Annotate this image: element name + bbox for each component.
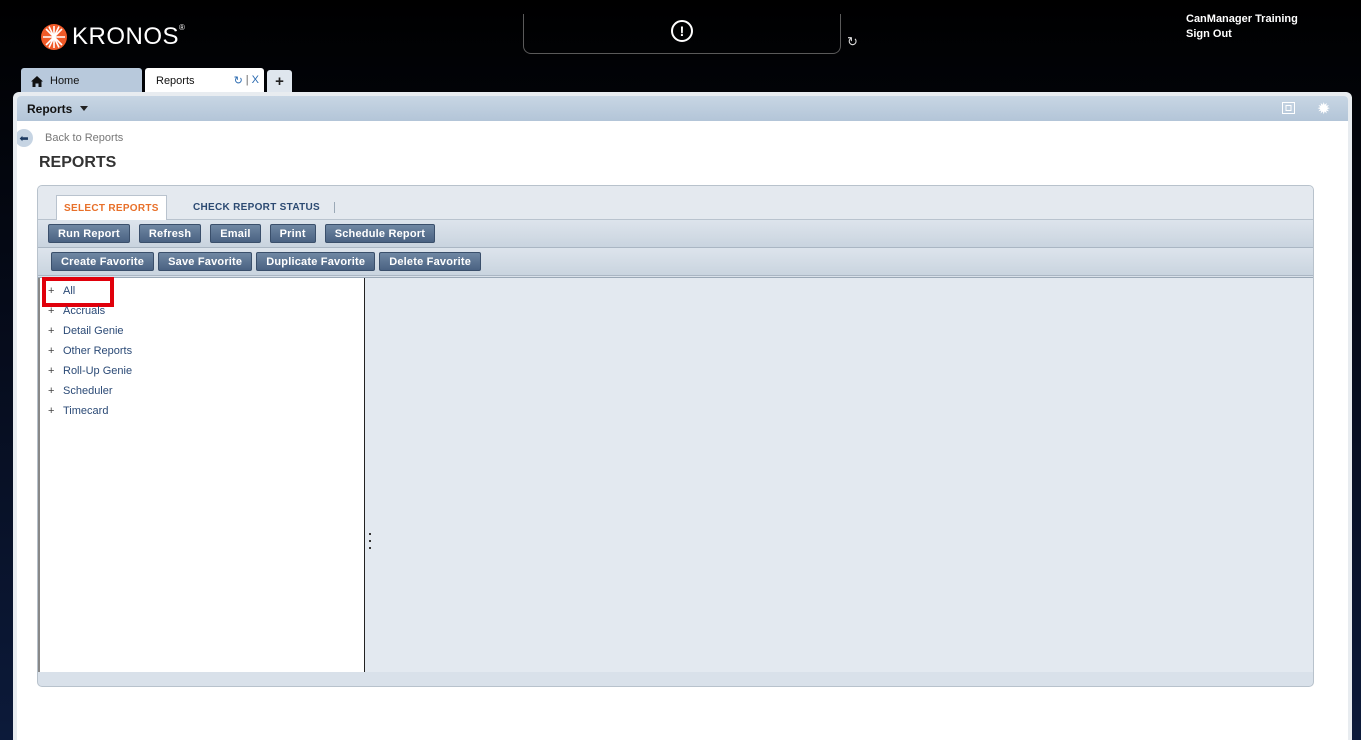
home-icon [31, 75, 43, 87]
back-to-reports-link[interactable]: ⬅ Back to Reports [17, 129, 123, 147]
tree-item-other-reports[interactable]: + Other Reports [48, 343, 132, 359]
refresh-icon[interactable]: ↻ [847, 34, 858, 50]
panel-title-dropdown[interactable]: Reports [27, 102, 72, 116]
tab-divider: | [245, 74, 249, 86]
tree-item-accruals[interactable]: + Accruals [48, 303, 105, 319]
report-tree: + All + Accruals + Detail Genie + Other … [38, 277, 365, 672]
subtabs: SELECT REPORTS CHECK REPORT STATUS [38, 186, 1313, 220]
tree-item-label[interactable]: Other Reports [63, 345, 132, 357]
splitter-handle[interactable] [369, 533, 372, 549]
tree-item-label[interactable]: Detail Genie [63, 325, 124, 337]
tab-home[interactable]: Home [21, 68, 142, 94]
gear-icon[interactable]: ✹ [1317, 99, 1330, 119]
kronos-logo-icon [41, 24, 67, 50]
expand-icon[interactable]: + [48, 405, 63, 417]
kronos-logo: KRONOS® [40, 22, 185, 52]
maximize-icon[interactable] [1282, 101, 1295, 117]
toolbar-favorites: Create Favorite Save Favorite Duplicate … [38, 248, 1313, 276]
panel-inner: Reports ✹ ⬅ Back to Reports REPORTS SELE… [17, 96, 1348, 740]
save-favorite-button[interactable]: Save Favorite [158, 252, 253, 271]
add-tab-button[interactable]: + [267, 70, 292, 92]
tab-reports-label: Reports [156, 75, 195, 87]
brand-name: KRONOS [72, 23, 180, 50]
reports-frame: SELECT REPORTS CHECK REPORT STATUS Run R… [37, 185, 1314, 687]
delete-favorite-button[interactable]: Delete Favorite [379, 252, 482, 271]
tab-home-label: Home [50, 75, 80, 87]
page-title: REPORTS [39, 154, 117, 171]
exclamation-circle-icon[interactable]: ! [671, 20, 693, 42]
expand-icon[interactable]: + [48, 345, 63, 357]
expand-icon[interactable]: + [48, 385, 63, 397]
report-detail-pane [365, 278, 1313, 672]
tree-item-label[interactable]: Accruals [63, 305, 105, 317]
chevron-down-icon[interactable] [80, 106, 89, 111]
tab-close-icon[interactable]: X [252, 74, 259, 87]
content-area: + All + Accruals + Detail Genie + Other … [38, 277, 1313, 672]
tab-refresh-icon[interactable]: ↻ [234, 74, 243, 87]
back-link-label[interactable]: Back to Reports [45, 132, 123, 144]
tab-reports[interactable]: Reports ↻ | X [145, 68, 264, 94]
email-button[interactable]: Email [210, 224, 261, 243]
schedule-report-button[interactable]: Schedule Report [324, 224, 436, 243]
tree-item-roll-up-genie[interactable]: + Roll-Up Genie [48, 363, 132, 379]
user-name: CanManager Training [1186, 13, 1298, 25]
user-area: CanManager Training Sign Out [1186, 12, 1298, 42]
tree-item-label[interactable]: Roll-Up Genie [63, 365, 132, 377]
registered-mark: ® [179, 23, 186, 32]
tree-item-detail-genie[interactable]: + Detail Genie [48, 323, 124, 339]
tree-item-label[interactable]: Scheduler [63, 385, 113, 397]
expand-icon[interactable]: + [48, 325, 63, 337]
refresh-button[interactable]: Refresh [138, 224, 202, 243]
tree-item-scheduler[interactable]: + Scheduler [48, 383, 113, 399]
toolbar-actions: Run Report Refresh Email Print Schedule … [38, 220, 1313, 248]
expand-icon[interactable]: + [48, 365, 63, 377]
alert-panel[interactable]: ! [523, 14, 841, 54]
run-report-button[interactable]: Run Report [48, 224, 130, 243]
expand-icon[interactable]: + [48, 305, 63, 317]
panel-header: Reports ✹ [17, 96, 1348, 121]
tree-item-timecard[interactable]: + Timecard [48, 403, 108, 419]
sign-out-link[interactable]: Sign Out [1186, 27, 1298, 42]
plus-icon: + [275, 72, 284, 90]
tab-select-reports[interactable]: SELECT REPORTS [56, 195, 167, 220]
tree-item-all[interactable]: + All [42, 277, 114, 307]
back-arrow-icon[interactable]: ⬅ [17, 129, 33, 147]
create-favorite-button[interactable]: Create Favorite [51, 252, 155, 271]
print-button[interactable]: Print [269, 224, 316, 243]
main-panel: Reports ✹ ⬅ Back to Reports REPORTS SELE… [13, 92, 1352, 740]
tab-check-report-status[interactable]: CHECK REPORT STATUS [193, 202, 335, 213]
tree-item-label[interactable]: Timecard [63, 405, 108, 417]
duplicate-favorite-button[interactable]: Duplicate Favorite [256, 252, 376, 271]
